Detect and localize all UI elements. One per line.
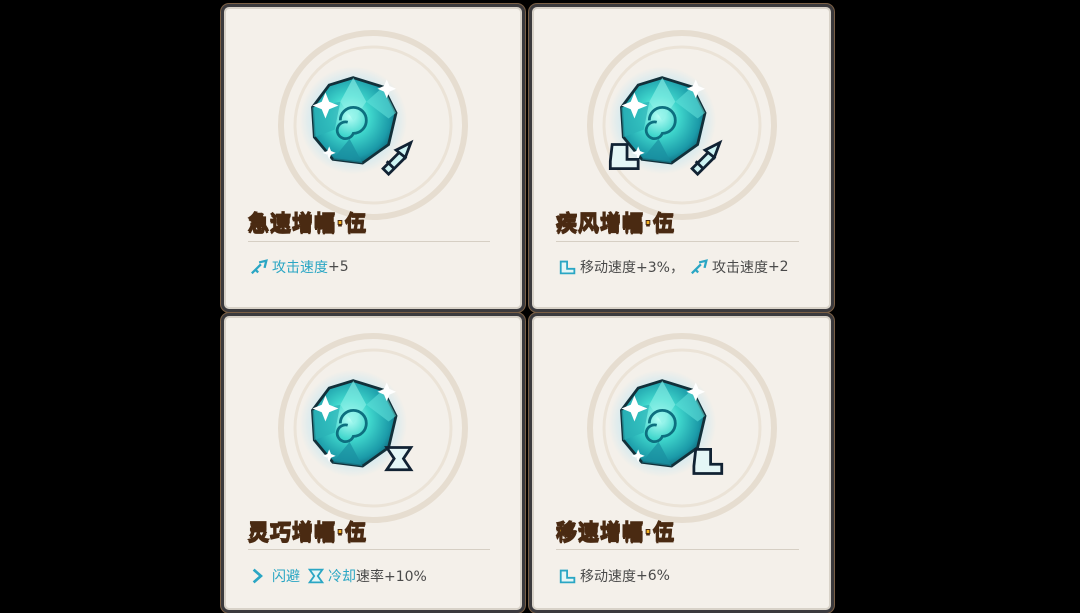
- card-title: 移速增幅·伍: [556, 520, 675, 545]
- gem-card-4[interactable]: 移速增幅·伍 移动速度 +6%: [529, 313, 834, 613]
- sword-icon: [251, 259, 268, 275]
- boot-icon: [559, 569, 576, 584]
- stat-label: 冷却: [328, 569, 356, 585]
- stat-value: +6%: [636, 568, 670, 584]
- boot-icon: [559, 260, 576, 275]
- card-title: 急速增幅·伍: [248, 211, 367, 236]
- stat-dodge: 闪避: [250, 566, 300, 586]
- divider: [248, 241, 490, 242]
- boot-badge-icon: [691, 447, 723, 475]
- card-title: 疾风增幅·伍: [556, 211, 675, 236]
- stat-label: 攻击速度: [711, 260, 768, 276]
- gem-icon: [298, 368, 413, 479]
- stat-list: 移动速度 +6%: [558, 566, 676, 586]
- dodge-icon: [252, 568, 263, 584]
- divider: [556, 241, 799, 242]
- card-title: 灵巧增幅·伍: [248, 520, 367, 545]
- gem-icon: [606, 65, 721, 176]
- stat-attack-speed: 攻击速度 +2: [690, 257, 789, 277]
- stat-attack-speed: 攻击速度 +5: [250, 257, 349, 277]
- stat-label: 移动速度: [580, 260, 636, 276]
- divider: [556, 549, 799, 550]
- hourglass-icon: [307, 568, 325, 584]
- gem-card-2[interactable]: 疾风增幅·伍 移动速度 +3%， 攻击速度 +2: [529, 4, 834, 312]
- gem-icon: [606, 368, 723, 479]
- stat-label: 攻击速度: [272, 260, 328, 276]
- stat-list: 移动速度 +3%， 攻击速度 +2: [558, 257, 795, 277]
- stat-list: 攻击速度 +5: [250, 257, 355, 277]
- gem-card-1[interactable]: 急速增幅·伍 攻击速度 +5: [221, 4, 525, 312]
- stat-value: +5: [328, 259, 349, 275]
- stat-value: +3%，: [636, 260, 684, 276]
- stat-list: 闪避 冷却 速率+10%: [250, 566, 433, 586]
- stat-value: +2: [767, 259, 789, 275]
- sword-icon: [690, 259, 708, 275]
- divider: [248, 549, 490, 550]
- stat-label: 闪避: [272, 569, 300, 585]
- stat-move-speed: 移动速度 +6%: [558, 566, 670, 586]
- gem-card-3[interactable]: 灵巧增幅·伍 闪避 冷却 速率+10%: [221, 313, 525, 613]
- stat-value: 速率+10%: [356, 569, 427, 585]
- gem-icon: [298, 65, 413, 176]
- stat-move-speed: 移动速度 +3%，: [558, 257, 684, 277]
- stat-label: 移动速度: [580, 569, 636, 585]
- stat-cooldown: 冷却 速率+10%: [306, 566, 427, 586]
